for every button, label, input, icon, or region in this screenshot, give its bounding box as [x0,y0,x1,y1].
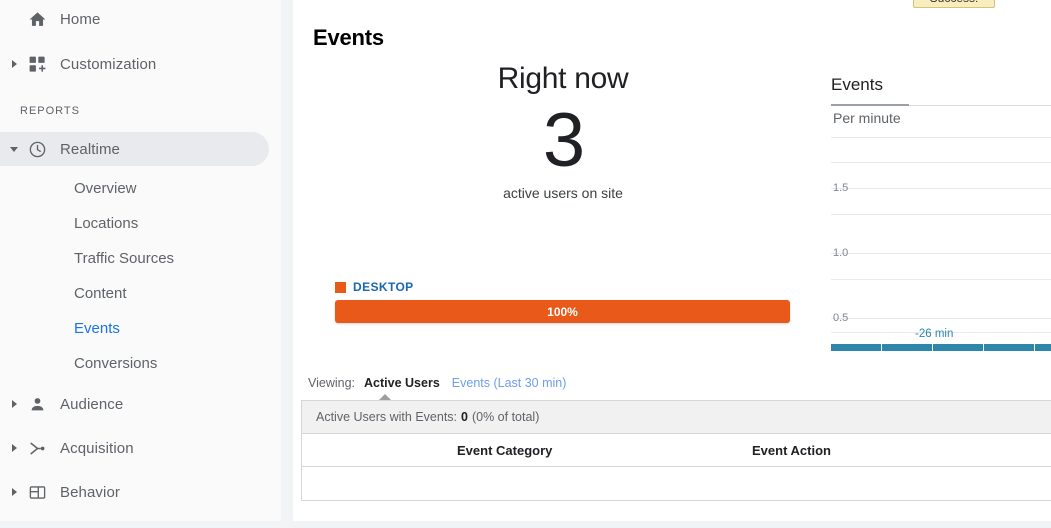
sidebar-item-overview[interactable]: Overview [0,171,281,206]
chart-title-rule-rest [909,105,1051,106]
sidebar-item-audience-label: Audience [60,395,124,413]
axis-segment [1035,344,1051,351]
sidebar-item-locations-label: Locations [74,215,139,232]
behavior-icon [22,483,52,502]
summary-value: 0 [461,410,468,424]
table-header-row: Event Category Event Action [302,434,1051,467]
sidebar-item-behavior-label: Behavior [60,483,121,501]
y-axis-tick-1-0: 1.0 [833,247,849,259]
chart-time-axis-bar [831,344,1051,351]
sidebar-item-content[interactable]: Content [0,276,281,311]
sidebar-item-events[interactable]: Events [0,311,281,346]
sidebar-item-conversions[interactable]: Conversions [0,346,281,381]
summary-suffix: (0% of total) [471,410,540,424]
active-users-caption: active users on site [503,185,623,201]
google-analytics-realtime-events-page: Home Customization REPORTS Realtime Over… [0,0,1051,528]
y-axis-tick-0-5: 0.5 [833,312,849,324]
home-no-arrow-spacer [0,0,22,38]
events-table: Active Users with Events: 0 (0% of total… [301,400,1051,501]
home-icon [22,10,52,29]
gridline-2-00 [831,137,1051,138]
axis-segment [984,344,1036,351]
device-legend: DESKTOP [335,280,414,294]
acquisition-icon [22,439,52,458]
viewing-label: Viewing: [308,376,356,390]
sidebar-item-overview-label: Overview [74,180,137,197]
viewing-toggle-bar: Viewing: Active Users Events (Last 30 mi… [308,376,566,390]
tab-events-last-30-min[interactable]: Events (Last 30 min) [452,376,567,390]
chevron-down-icon-realtime[interactable] [0,130,22,168]
axis-segment [933,344,985,351]
sidebar-item-realtime-label: Realtime [60,140,120,158]
sidebar-item-events-label: Events [74,320,120,337]
chevron-right-icon-acquisition[interactable] [0,429,22,467]
person-icon [22,395,52,414]
selected-tab-caret-icon [379,394,391,400]
right-now-panel: Right now 3 active users on site [313,60,813,202]
sidebar-section-reports: REPORTS [20,105,80,117]
table-summary-row: Active Users with Events: 0 (0% of total… [302,401,1051,434]
chart-subtitle: Per minute [833,110,901,126]
chevron-right-icon-audience[interactable] [0,385,22,423]
gridline-1-25 [831,214,1051,215]
sidebar-item-behavior[interactable]: Behavior [0,473,281,511]
x-axis-tick-minus-26: -26 min [915,328,954,340]
sidebar-item-realtime[interactable]: Realtime [0,130,281,168]
success-toast: Success! [913,0,995,8]
sidebar-item-audience[interactable]: Audience [0,385,281,423]
tab-active-users[interactable]: Active Users [364,376,440,390]
sidebar-item-conversions-label: Conversions [74,355,158,372]
gridline-1-00 [831,253,1051,254]
chart-title: Events [831,75,883,94]
gridline-1-75 [831,162,1051,163]
sidebar-item-content-label: Content [74,285,127,302]
sidebar-item-home[interactable]: Home [0,0,281,38]
sidebar-item-acquisition[interactable]: Acquisition [0,429,281,467]
active-users-count: 3 [542,98,585,183]
chevron-right-icon-behavior[interactable] [0,473,22,511]
column-header-event-action[interactable]: Event Action [752,434,831,467]
desktop-legend-label: DESKTOP [353,280,414,294]
sidebar-item-locations[interactable]: Locations [0,206,281,241]
gridline-0-50 [831,318,1051,319]
left-sidebar-navigation: Home Customization REPORTS Realtime Over… [0,0,281,528]
summary-prefix: Active Users with Events: [316,410,458,424]
right-now-title: Right now [497,62,629,95]
sidebar-item-customization-label: Customization [60,55,157,73]
sidebar-item-traffic-sources-label: Traffic Sources [74,250,175,267]
sidebar-item-acquisition-label: Acquisition [60,439,134,457]
axis-segment [831,344,883,351]
desktop-color-swatch [335,281,346,293]
chevron-right-icon-customization[interactable] [0,45,22,83]
sidebar-item-customization[interactable]: Customization [0,45,281,83]
desktop-percentage-label: 100% [547,304,578,319]
customization-icon [22,55,52,74]
table-row: There is [302,467,1051,501]
column-header-event-category[interactable]: Event Category [457,434,552,467]
clock-icon [22,140,52,159]
page-bottom-strip [0,521,1051,528]
y-axis-tick-1-5: 1.5 [833,182,849,194]
main-content-panel: Success! Events Right now 3 active users… [293,0,1051,521]
events-per-minute-chart: Events Per minute 1.5 1.0 0.5 -26 min -2… [831,75,1051,365]
page-title: Events [313,25,384,50]
desktop-percentage-bar[interactable]: 100% [335,300,790,323]
axis-segment [882,344,934,351]
sidebar-item-traffic-sources[interactable]: Traffic Sources [0,241,281,276]
sidebar-item-home-label: Home [60,10,101,28]
chart-plot-area: 1.5 1.0 0.5 -26 min -21 [831,137,1051,351]
gridline-0-75 [831,279,1051,280]
chart-title-underline [831,104,909,106]
gridline-1-50 [831,188,1051,189]
